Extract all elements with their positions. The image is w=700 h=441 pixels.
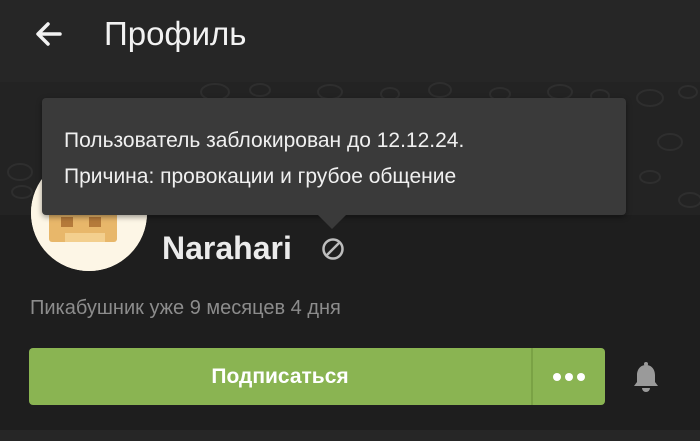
username: Narahari xyxy=(162,230,292,266)
subscribe-button[interactable]: Подписаться xyxy=(29,348,531,405)
bell-icon xyxy=(634,362,658,392)
page-title: Профиль xyxy=(104,15,247,52)
tooltip-block-date: Пользователь заблокирован до 12.12.24. xyxy=(64,129,465,152)
back-button[interactable] xyxy=(30,14,74,54)
more-dots-icon xyxy=(553,372,585,381)
tooltip-block-reason: Причина: провокации и грубое общение xyxy=(64,165,457,188)
top-app-bar: Профиль xyxy=(0,0,700,82)
bottom-divider xyxy=(0,430,700,441)
notification-bell-button[interactable] xyxy=(628,360,664,396)
membership-duration: Пикабушник уже 9 месяцев 4 дня xyxy=(30,297,341,319)
more-button[interactable] xyxy=(533,348,605,405)
tooltip-tail xyxy=(318,215,346,229)
block-info-tooltip: Пользователь заблокирован до 12.12.24. П… xyxy=(42,98,626,215)
blocked-icon[interactable] xyxy=(320,236,346,262)
arrow-left-icon xyxy=(36,22,62,46)
